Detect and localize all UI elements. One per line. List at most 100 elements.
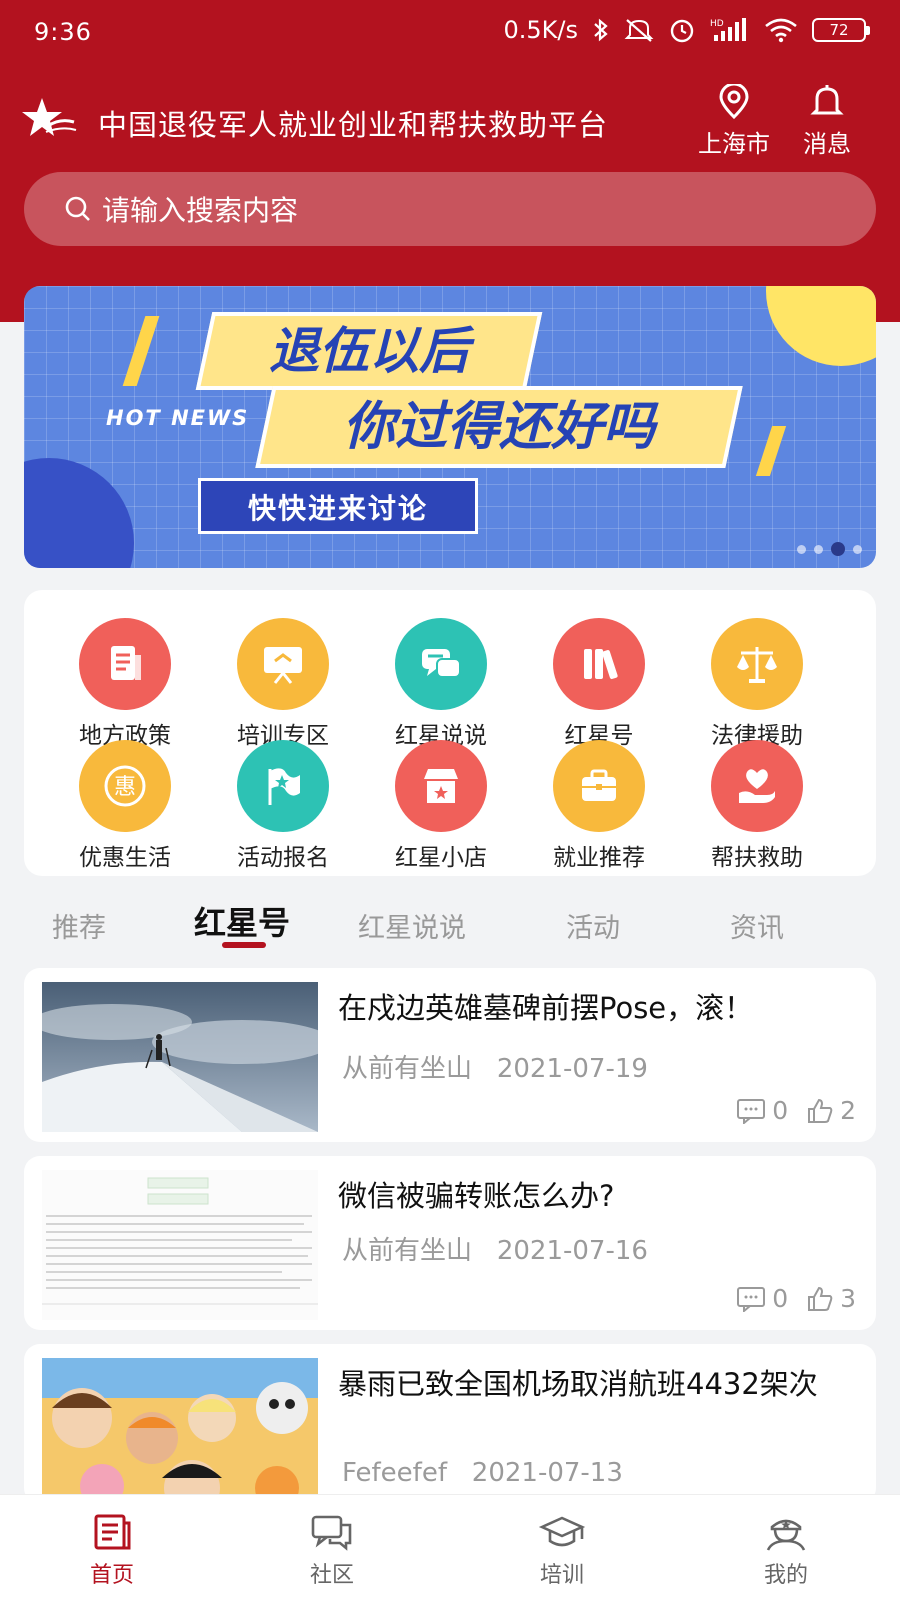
grid-item-job-recommend[interactable]: 就业推荐	[529, 740, 669, 872]
graduation-cap-icon	[538, 1516, 586, 1547]
banner-headline-2: 你过得还好吗	[255, 386, 743, 468]
app-bar: 中国退役军人就业创业和帮扶救助平台 上海市 消息	[0, 84, 900, 164]
article-thumbnail-document	[42, 1170, 318, 1320]
tab-hongxing-account[interactable]: 红星号	[194, 898, 291, 948]
thumbs-up-icon	[808, 1286, 833, 1311]
alarm-icon	[668, 16, 696, 44]
content-tabs: 推荐 红星号 红星说说 活动 资讯	[0, 898, 900, 958]
location-label: 上海市	[698, 130, 770, 158]
article-date: 2021-07-13	[471, 1458, 623, 1488]
grid-item-label: 就业推荐	[553, 845, 645, 871]
banner-decoration-circle	[24, 458, 134, 568]
soldier-profile-icon	[766, 1519, 806, 1551]
carousel-dot[interactable]	[797, 544, 806, 554]
banner-stripe	[755, 426, 787, 476]
banner-cta-button[interactable]: 快快进来讨论	[198, 478, 478, 534]
article-card[interactable]: 微信被骗转账怎么办? 从前有坐山 2021-07-16 0 3	[24, 1156, 876, 1330]
briefcase-icon	[553, 740, 645, 832]
location-selector[interactable]: 上海市	[689, 84, 779, 159]
nav-label: 首页	[89, 1563, 134, 1588]
nav-label: 我的	[763, 1563, 808, 1588]
document-icon	[79, 618, 171, 710]
tab-label: 红星号	[194, 904, 291, 942]
signal-icon: HD	[710, 17, 750, 43]
article-date: 2021-07-16	[496, 1236, 648, 1266]
article-title: 暴雨已致全国机场取消航班4432架次	[338, 1367, 818, 1401]
location-pin-icon	[719, 84, 749, 120]
network-speed: 0.5K/s	[503, 16, 579, 44]
promo-banner[interactable]: 退伍以后 HOT NEWS 你过得还好吗 快快进来讨论	[24, 286, 876, 568]
nav-profile[interactable]: 我的	[726, 1513, 846, 1589]
article-thumbnail-mountain	[42, 982, 318, 1132]
banner-stripe	[122, 316, 160, 386]
chat-bubbles-icon	[395, 618, 487, 710]
presentation-board-icon	[237, 618, 329, 710]
bottom-navigation: 首页 社区 培训 我的	[0, 1494, 900, 1600]
article-date: 2021-07-19	[496, 1054, 648, 1084]
nav-community[interactable]: 社区	[272, 1513, 392, 1589]
article-card[interactable]: 暴雨已致全国机场取消航班4432架次 Fefeefef 2021-07-13	[24, 1344, 876, 1504]
grid-item-label: 红星小店	[395, 845, 487, 871]
grid-item-label: 活动报名	[237, 845, 329, 871]
like-count[interactable]: 2	[806, 1096, 856, 1125]
shop-icon	[395, 740, 487, 832]
banner-decoration-sun	[766, 286, 876, 366]
nav-training[interactable]: 培训	[502, 1513, 622, 1589]
tab-recommend[interactable]: 推荐	[52, 906, 106, 945]
message-button[interactable]: 消息	[782, 84, 872, 159]
thumbs-up-icon	[808, 1098, 833, 1123]
carousel-dot[interactable]	[853, 544, 862, 554]
grid-item-local-policy[interactable]: 地方政策	[55, 618, 195, 750]
nav-label: 培训	[539, 1563, 584, 1588]
carousel-dot-active[interactable]	[831, 542, 845, 556]
status-time: 9:36	[34, 18, 92, 46]
battery-indicator: 72	[812, 18, 870, 42]
banner-tag: HOT NEWS	[106, 406, 250, 430]
grid-item-hongxing-shop[interactable]: 红星小店	[371, 740, 511, 872]
wifi-icon	[764, 17, 798, 43]
svg-text:惠: 惠	[114, 775, 136, 800]
flag-icon	[237, 740, 329, 832]
grid-item-assistance[interactable]: 帮扶救助	[687, 740, 827, 872]
discount-icon: 惠	[79, 740, 171, 832]
svg-text:HD: HD	[710, 19, 724, 29]
article-author: Fefeefef	[342, 1458, 447, 1488]
article-meta: 从前有坐山 2021-07-19	[342, 1048, 648, 1085]
grid-item-legal-aid[interactable]: 法律援助	[687, 618, 827, 750]
carousel-dot[interactable]	[814, 544, 823, 554]
grid-item-hongxing-talk[interactable]: 红星说说	[371, 618, 511, 750]
tab-hongxing-talk[interactable]: 红星说说	[358, 906, 466, 945]
grid-item-hongxing-account[interactable]: 红星号	[529, 618, 669, 750]
mute-icon	[624, 17, 654, 43]
feature-grid: 地方政策 培训专区 红星说说 红星号 法律援助 惠 优惠生活 活动报名 红星小店…	[24, 590, 876, 876]
status-bar: 9:36 0.5K/s HD 72	[0, 0, 900, 64]
article-stats: 0 3	[736, 1284, 856, 1313]
heart-hand-icon	[711, 740, 803, 832]
scales-icon	[711, 618, 803, 710]
tab-activity[interactable]: 活动	[566, 906, 620, 945]
article-stats: 0 2	[736, 1096, 856, 1125]
tab-news[interactable]: 资讯	[730, 906, 784, 945]
grid-item-training[interactable]: 培训专区	[213, 618, 353, 750]
grid-item-label: 优惠生活	[79, 845, 171, 871]
carousel-indicator	[797, 542, 862, 556]
article-title: 微信被骗转账怎么办?	[338, 1179, 615, 1213]
article-title: 在戍边英雄墓碑前摆Pose，滚！	[338, 991, 754, 1025]
message-label: 消息	[803, 130, 851, 158]
red-star-logo	[22, 96, 78, 144]
article-card[interactable]: 在戍边英雄墓碑前摆Pose，滚！ 从前有坐山 2021-07-19 0 2	[24, 968, 876, 1142]
bluetooth-icon	[592, 17, 610, 43]
nav-home[interactable]: 首页	[52, 1513, 172, 1589]
home-document-icon	[94, 1514, 131, 1550]
like-count[interactable]: 3	[806, 1284, 856, 1313]
grid-item-event-signup[interactable]: 活动报名	[213, 740, 353, 872]
comment-count[interactable]: 0	[736, 1096, 788, 1125]
article-author: 从前有坐山	[342, 1054, 473, 1084]
search-input[interactable]: 请输入搜索内容	[24, 172, 876, 246]
grid-item-discount-life[interactable]: 惠 优惠生活	[55, 740, 195, 872]
article-meta: Fefeefef 2021-07-13	[342, 1458, 623, 1488]
comment-count[interactable]: 0	[736, 1284, 788, 1313]
books-icon	[553, 618, 645, 710]
search-placeholder: 请输入搜索内容	[102, 194, 299, 227]
article-thumbnail-anime	[42, 1358, 318, 1504]
